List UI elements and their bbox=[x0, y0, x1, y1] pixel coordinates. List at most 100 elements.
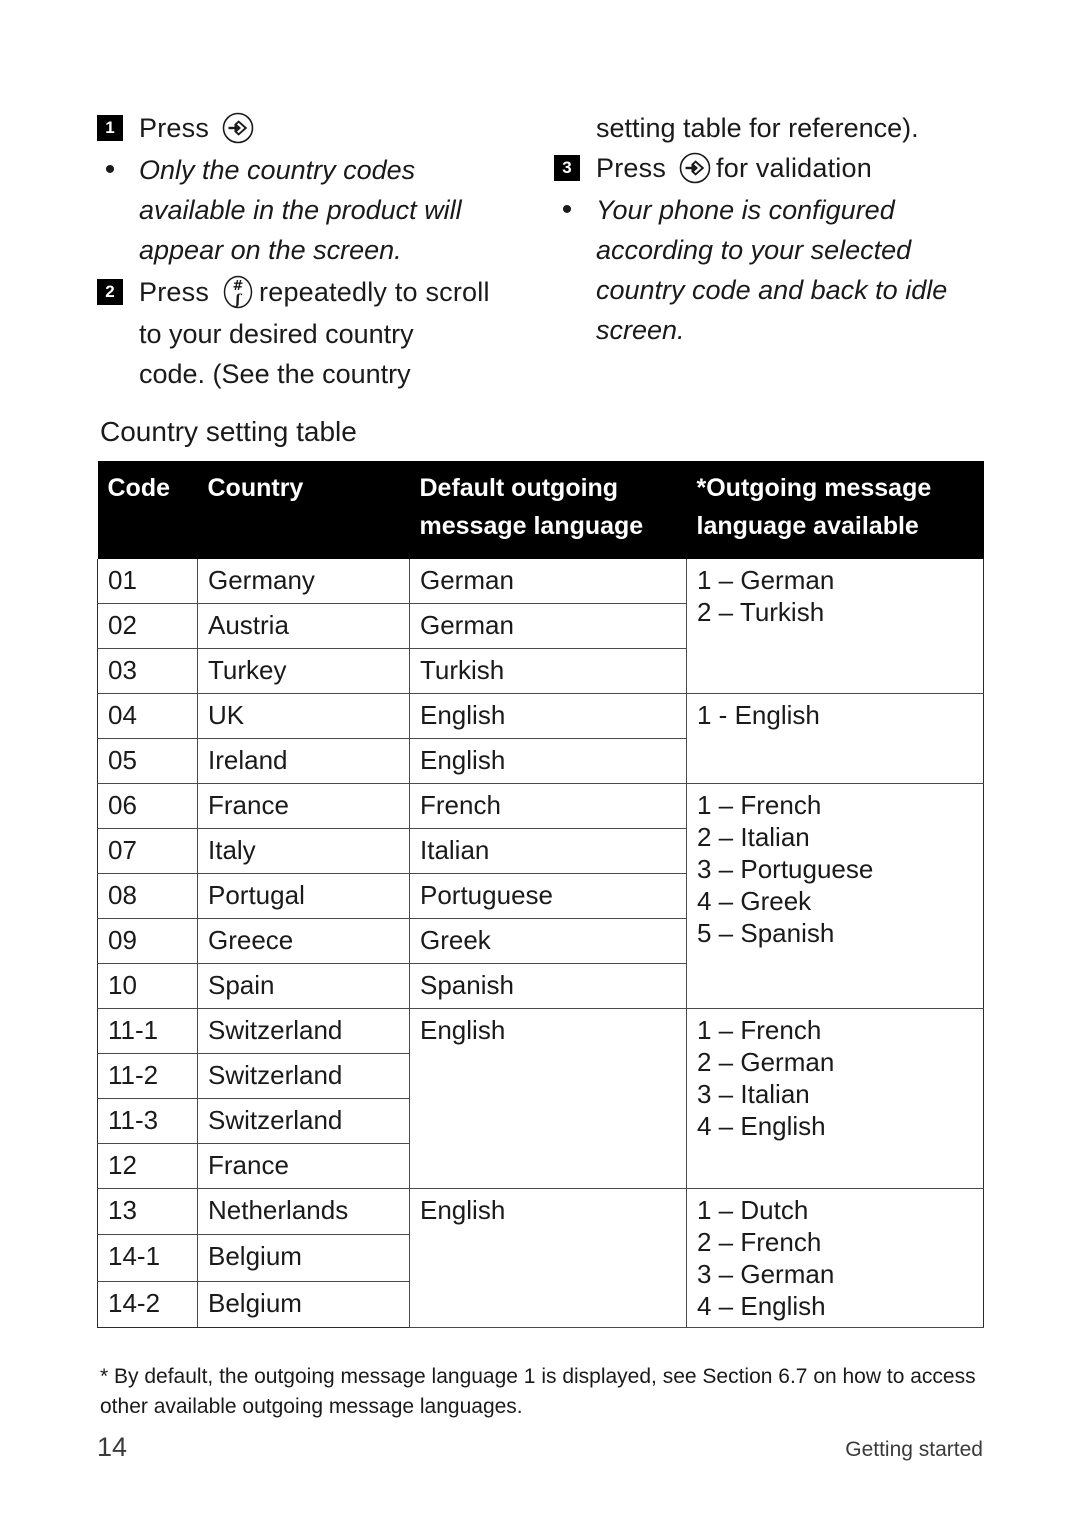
table-header: Code Country Default outgoing message la… bbox=[97, 461, 984, 559]
cell-country: Belgium bbox=[197, 1280, 410, 1329]
bullet-dot-1: • bbox=[104, 153, 116, 186]
available-language-line: 2 – French bbox=[697, 1227, 822, 1257]
table-body: 01 Germany German 1 – German 2 – Turkish 02 Au… bbox=[97, 559, 984, 1329]
available-language-line: 1 - English bbox=[697, 700, 820, 730]
cell-code: 12 bbox=[97, 1143, 198, 1189]
cell-country: Italy bbox=[197, 828, 410, 874]
cell-code: 07 bbox=[97, 828, 198, 874]
available-language-line: 4 – English bbox=[697, 1111, 826, 1141]
manual-page: 1 Press • Only the country codes availab… bbox=[0, 0, 1080, 1527]
cell-code: 08 bbox=[97, 873, 198, 919]
step-3-label-after: for validation bbox=[716, 153, 872, 183]
carryover-text: setting table for reference). bbox=[596, 113, 919, 143]
available-language-line: 1 – Dutch bbox=[697, 1195, 809, 1225]
cell-code: 06 bbox=[97, 783, 198, 829]
cell-country: Turkey bbox=[197, 648, 410, 694]
cell-country: Spain bbox=[197, 963, 410, 1009]
column-header-default-language: Default outgoing message language bbox=[409, 461, 687, 559]
table-row: 01 Germany German 1 – German 2 – Turkish bbox=[97, 559, 984, 694]
step-2: 2 Press # ʃ repeatedly to scroll bbox=[97, 272, 530, 312]
hash-key-icon: # ʃ bbox=[221, 273, 255, 311]
step-1-text: Press bbox=[139, 108, 259, 148]
column-header-code: Code bbox=[97, 461, 198, 559]
step-2-cont-line-1: to your desired country bbox=[139, 319, 414, 349]
available-language-line: 3 – Italian bbox=[697, 1079, 810, 1109]
cell-default-language: English bbox=[409, 738, 687, 784]
table-header-row: Code Country Default outgoing message la… bbox=[97, 461, 984, 559]
available-language-line: 2 – German bbox=[697, 1047, 835, 1077]
note-3-text: Your phone is configured according to yo… bbox=[596, 195, 948, 345]
cell-default-language: German bbox=[409, 603, 687, 649]
page-footer: 14 Getting started bbox=[97, 1432, 983, 1463]
cell-default-language: German bbox=[409, 559, 687, 604]
cell-available-languages: 1 – Dutch 2 – French 3 – German 4 – English bbox=[686, 1188, 984, 1328]
cell-country: France bbox=[197, 783, 410, 829]
cell-code: 14-1 bbox=[97, 1234, 198, 1282]
step-3-text: Press for validation bbox=[596, 148, 880, 188]
cell-available-languages: 1 – French 2 – Italian 3 – Portuguese 4 – G… bbox=[686, 783, 984, 1009]
step-2-cont-line-2: code. (See the country bbox=[139, 359, 411, 389]
cell-available-languages: 1 - English bbox=[686, 693, 984, 784]
cell-code: 11-1 bbox=[97, 1008, 198, 1054]
cell-country: Portugal bbox=[197, 873, 410, 919]
section-name: Getting started bbox=[845, 1438, 983, 1461]
cell-country: Belgium bbox=[197, 1234, 410, 1282]
cell-default-language: Portuguese bbox=[409, 873, 687, 919]
column-header-country-line-1: Country bbox=[207, 474, 304, 502]
cell-code: 05 bbox=[97, 738, 198, 784]
step-3: 3 Press for validation bbox=[554, 148, 987, 188]
cell-code: 11-3 bbox=[97, 1098, 198, 1144]
country-setting-table-wrap: Code Country Default outgoing message la… bbox=[97, 461, 984, 1329]
table-caption: Country setting table bbox=[100, 416, 357, 447]
cell-default-language: Greek bbox=[409, 918, 687, 964]
available-language-line: 2 – Turkish bbox=[697, 597, 825, 627]
cell-country: France bbox=[197, 1143, 410, 1189]
cell-available-languages: 1 – German 2 – Turkish bbox=[686, 559, 984, 694]
cell-code: 03 bbox=[97, 648, 198, 694]
instructions-left-column: 1 Press • Only the country codes availab… bbox=[97, 108, 530, 394]
step-3-label: Press bbox=[596, 153, 667, 183]
step-2-text: Press # ʃ repeatedly to scroll bbox=[139, 272, 498, 312]
menu-key-icon bbox=[221, 111, 255, 145]
cell-country: Germany bbox=[197, 559, 410, 604]
country-setting-table: Code Country Default outgoing message la… bbox=[97, 461, 984, 1329]
cell-code: 02 bbox=[97, 603, 198, 649]
column-header-available-language: *Outgoing message language available bbox=[686, 461, 984, 559]
svg-text:ʃ: ʃ bbox=[233, 292, 243, 308]
cell-country: Netherlands bbox=[197, 1187, 410, 1236]
step-2-label-after: repeatedly to scroll bbox=[259, 277, 490, 307]
step-number-badge-2: 2 bbox=[97, 279, 123, 305]
note-3: • Your phone is configured according to … bbox=[554, 190, 987, 350]
available-language-line: 1 – French bbox=[697, 790, 822, 820]
column-header-default-language-line-1: Default outgoing bbox=[419, 474, 619, 502]
cell-code: 04 bbox=[97, 693, 198, 739]
cell-country: Switzerland bbox=[197, 1053, 410, 1099]
note-1-text: Only the country codes available in the … bbox=[139, 155, 462, 265]
cell-code: 11-2 bbox=[97, 1053, 198, 1099]
available-language-line: 2 – Italian bbox=[697, 822, 810, 852]
step-1-label: Press bbox=[139, 113, 210, 143]
page-number: 14 bbox=[97, 1432, 128, 1462]
cell-default-language: English bbox=[409, 1188, 687, 1328]
cell-code: 10 bbox=[97, 963, 198, 1009]
column-header-available-language-line-2: language available bbox=[696, 512, 919, 540]
available-language-line: 3 – Portuguese bbox=[697, 854, 874, 884]
cell-code: 09 bbox=[97, 918, 198, 964]
note-1: • Only the country codes available in th… bbox=[97, 150, 530, 270]
table-row: 06 France French 1 – French 2 – Italian 3 – P… bbox=[97, 783, 984, 1009]
cell-country: UK bbox=[197, 693, 410, 739]
cell-default-language: Turkish bbox=[409, 648, 687, 694]
instructions-area: 1 Press • Only the country codes availab… bbox=[97, 108, 987, 394]
cell-default-language: Italian bbox=[409, 828, 687, 874]
table-row: 04 UK English 1 - English bbox=[97, 693, 984, 784]
cell-default-language: French bbox=[409, 783, 687, 829]
cell-default-language: English bbox=[409, 1008, 687, 1189]
cell-country: Greece bbox=[197, 918, 410, 964]
available-language-line: 1 – French bbox=[697, 1015, 822, 1045]
table-row: 11-1 Switzerland English 1 – French 2 – Germ… bbox=[97, 1008, 984, 1189]
step-number-badge-1: 1 bbox=[97, 115, 123, 141]
available-language-line: 4 – Greek bbox=[697, 886, 812, 916]
available-language-line: 1 – German bbox=[697, 565, 835, 595]
step-number-badge-3: 3 bbox=[554, 155, 580, 181]
menu-key-icon bbox=[678, 151, 712, 185]
